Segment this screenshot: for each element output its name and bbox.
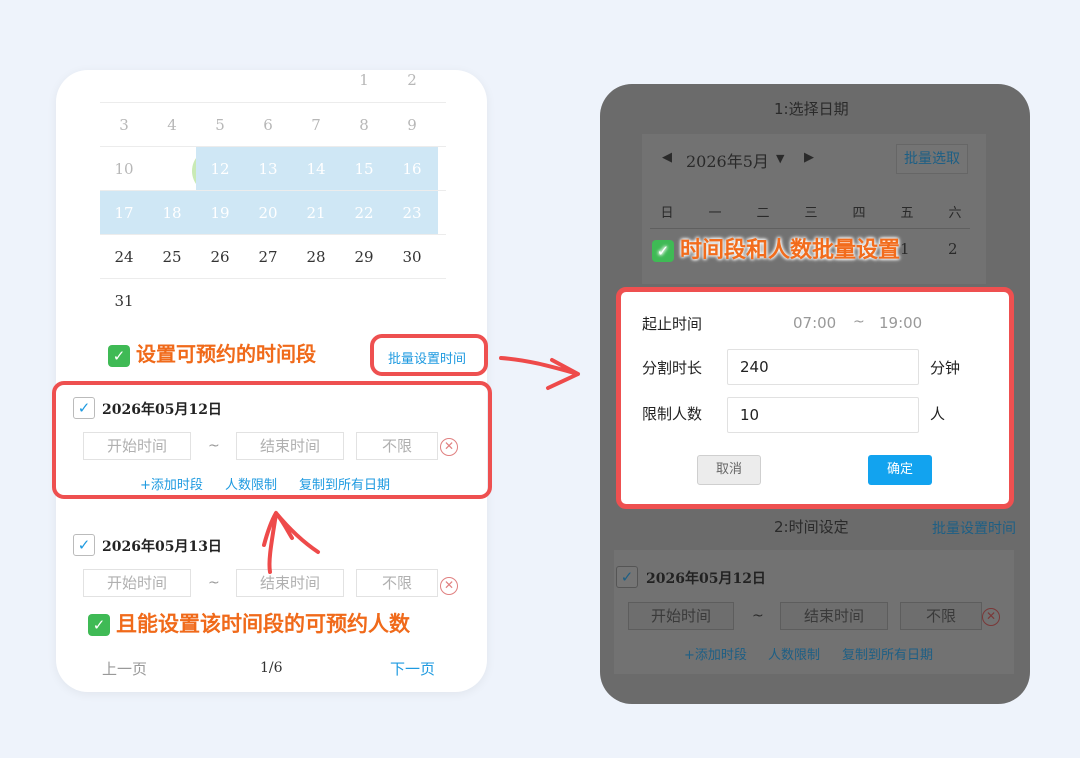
range-separator: ~ <box>752 608 764 624</box>
chevron-down-icon[interactable]: ▼ <box>776 152 784 165</box>
divider <box>650 228 970 229</box>
calendar-day: 2 <box>948 240 958 258</box>
step-date-title: 1:选择日期 <box>774 100 849 118</box>
people-limit-label: 限制人数 <box>642 405 703 423</box>
weekday-label: 日 <box>660 206 674 221</box>
cancel-button[interactable]: 取消 <box>697 455 761 485</box>
split-duration-label: 分割时长 <box>642 359 703 377</box>
people-limit-input[interactable]: 10 <box>727 397 919 433</box>
weekday-label: 四 <box>852 206 866 221</box>
batch-select-button[interactable]: 批量选取 <box>896 144 968 174</box>
prev-month-icon[interactable]: ◀ <box>662 150 672 165</box>
start-end-time-label: 起止时间 <box>642 315 703 333</box>
people-limit-input[interactable]: 不限 <box>900 602 982 630</box>
date-checkbox[interactable]: ✓ <box>616 566 638 588</box>
annotation-batch: ✓ 时间段和人数批量设置 <box>652 232 900 264</box>
step-time-title: 2:时间设定 <box>774 518 849 536</box>
end-time-value[interactable]: 19:00 <box>879 314 922 332</box>
start-time-input[interactable]: 开始时间 <box>628 602 734 630</box>
people-limit-unit: 人 <box>930 405 946 423</box>
date-title: 2026年05月12日 <box>646 571 766 587</box>
weekday-label: 五 <box>900 206 914 221</box>
month-selector[interactable]: 2026年5月 <box>686 148 769 172</box>
weekday-label: 三 <box>804 206 818 221</box>
range-separator: ~ <box>853 314 865 330</box>
start-time-value[interactable]: 07:00 <box>793 314 836 332</box>
add-slot-link[interactable]: +添加时段 <box>684 644 747 663</box>
copy-to-all-link[interactable]: 复制到所有日期 <box>842 644 933 663</box>
end-time-input[interactable]: 结束时间 <box>780 602 888 630</box>
batch-set-time-link[interactable]: 批量设置时间 <box>932 518 1016 538</box>
next-month-icon[interactable]: ▶ <box>804 150 814 165</box>
weekday-label: 二 <box>756 206 770 221</box>
calendar-day: 1 <box>900 240 910 258</box>
batch-setting-dialog: 起止时间 07:00 ~ 19:00 分割时长 240 分钟 限制人数 10 人… <box>616 287 1014 509</box>
weekday-label: 一 <box>708 206 722 221</box>
people-limit-link[interactable]: 人数限制 <box>768 644 820 663</box>
confirm-button[interactable]: 确定 <box>868 455 932 485</box>
weekday-label: 六 <box>948 206 962 221</box>
check-mark-icon: ✓ <box>652 240 674 262</box>
split-duration-unit: 分钟 <box>930 359 961 377</box>
weekday-header: 日一二三四五六 <box>642 202 986 222</box>
check-icon: ✓ <box>620 568 634 586</box>
delete-slot-icon[interactable]: ✕ <box>982 608 1000 626</box>
split-duration-input[interactable]: 240 <box>727 349 919 385</box>
